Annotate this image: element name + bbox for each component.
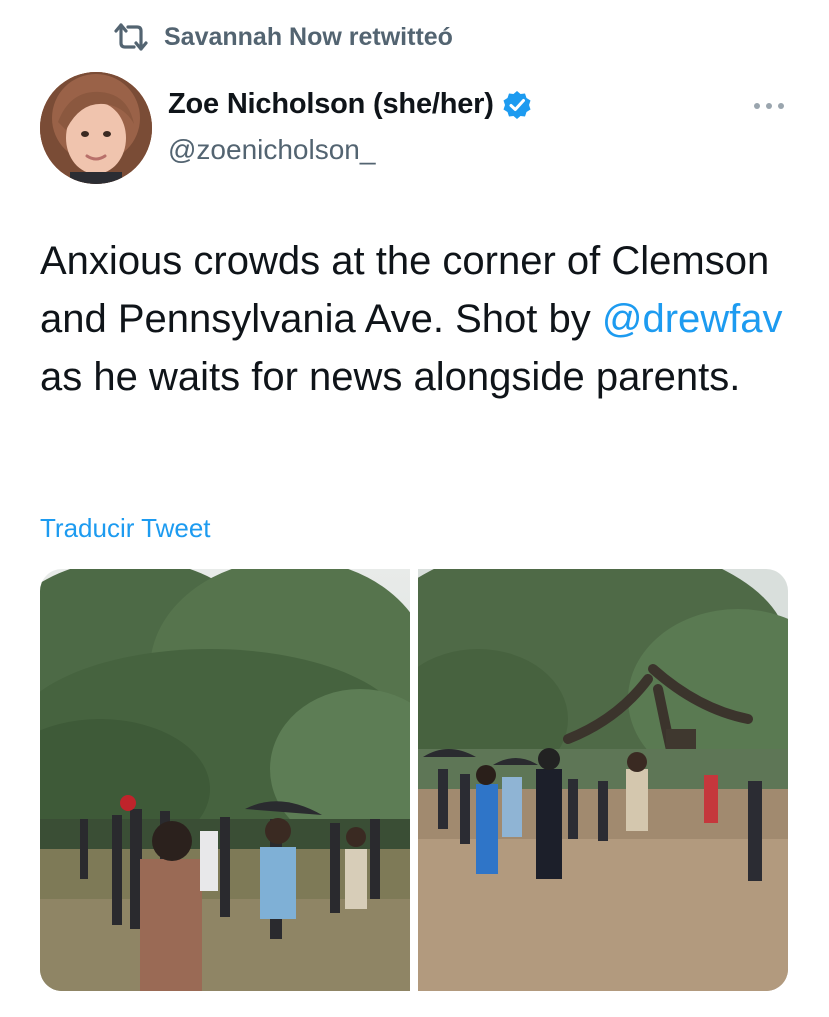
- tweet-text-end: as he waits for news alongside parents.: [40, 355, 741, 399]
- more-options-icon[interactable]: [752, 96, 786, 116]
- tweet-text: Anxious crowds at the corner of Clemson …: [40, 232, 800, 406]
- media-grid: [40, 569, 788, 991]
- retweet-indicator[interactable]: Savannah Now retwitteó: [112, 20, 453, 54]
- author-display-name[interactable]: Zoe Nicholson (she/her): [168, 88, 494, 121]
- retweet-icon: [114, 23, 148, 51]
- author-handle[interactable]: @zoenicholson_: [168, 134, 375, 166]
- crowd-photo-right[interactable]: [418, 569, 788, 991]
- translate-tweet-link[interactable]: Traducir Tweet: [40, 513, 211, 544]
- retweet-label: Savannah Now retwitteó: [164, 22, 453, 51]
- author-name-row[interactable]: Zoe Nicholson (she/her): [168, 88, 532, 121]
- verified-badge-icon: [503, 90, 531, 119]
- mention-link[interactable]: @drewfav: [602, 297, 783, 341]
- avatar[interactable]: [40, 72, 152, 184]
- crowd-photo-left[interactable]: [40, 569, 410, 991]
